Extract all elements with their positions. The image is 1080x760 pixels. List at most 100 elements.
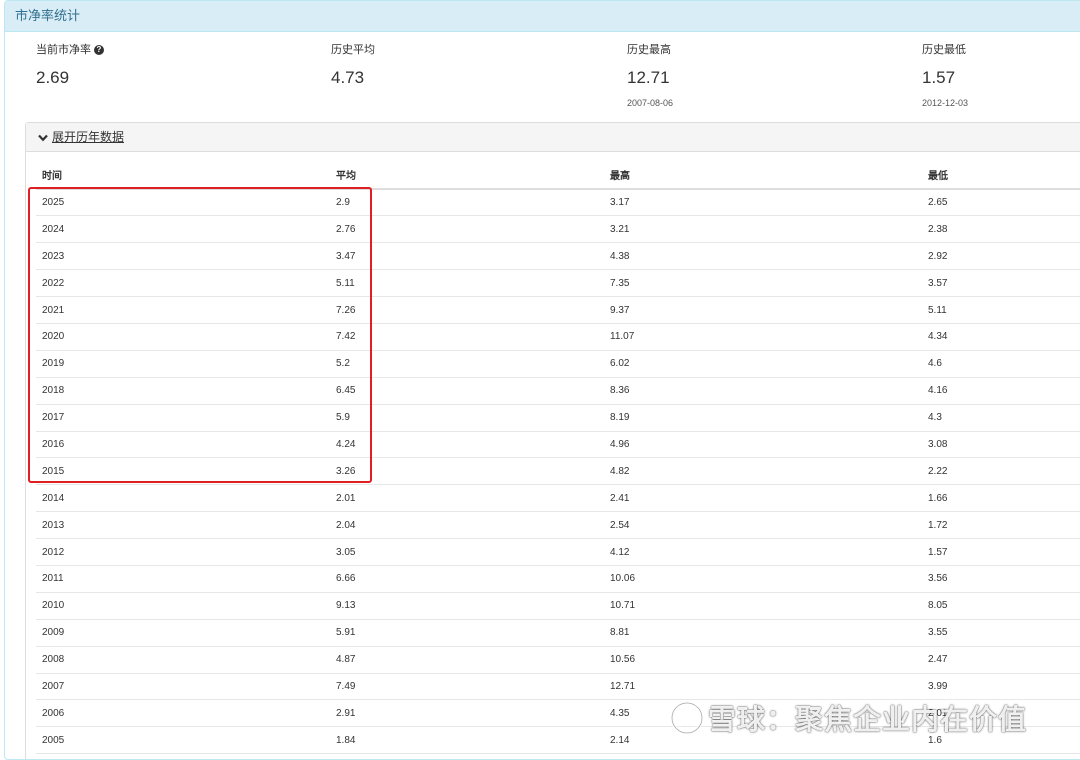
cell-high: 9.37: [604, 296, 922, 324]
table-row: 2020 7.42 11.07 4.34: [36, 323, 1080, 351]
table-row: 2009 5.91 8.81 3.55: [36, 619, 1080, 647]
table-row: 2023 3.47 4.38 2.92: [36, 242, 1080, 271]
cell-year: 2006: [36, 699, 330, 728]
cell-average: 1.84: [330, 726, 604, 755]
watermark: 雪球：聚焦企业内在价值: [670, 698, 1028, 735]
cell-average: 4.87: [330, 646, 604, 674]
table-row: 2018 6.45 8.36 4.16: [36, 377, 1080, 405]
table-row: 2013 2.04 2.54 1.72: [36, 511, 1080, 540]
cell-high: 2.54: [604, 511, 922, 540]
cell-average: 5.91: [330, 619, 604, 647]
history-panel: 展开历年数据 时间 平均 最高 最低 2025 2.9 3.17 2.65 2024 2.…: [25, 122, 1080, 759]
cell-year: 2016: [36, 431, 330, 459]
question-circle-icon[interactable]: ?: [94, 45, 104, 55]
stats-row: 当前市净率? 2.69 历史平均 4.73 历史最高 12.71 2007-08…: [5, 32, 1080, 122]
cell-high: 2.41: [604, 484, 922, 513]
snowball-logo-icon: [670, 701, 704, 735]
cell-high: 8.19: [604, 404, 922, 432]
stat-current-value: 2.69: [36, 68, 70, 87]
cell-year: 2024: [36, 215, 330, 244]
stat-lowest-label: 历史最低: [922, 44, 966, 56]
cell-year: 2007: [36, 673, 330, 701]
cell-average: 7.42: [330, 323, 604, 351]
panel-title: 市净率统计: [5, 1, 1080, 32]
cell-year: 2005: [36, 726, 330, 755]
cell-low: 8.05: [922, 592, 1080, 620]
cell-low: 2.47: [922, 646, 1080, 674]
cell-high: 7.35: [604, 269, 922, 298]
stat-current-label: 当前市净率?: [36, 41, 104, 57]
stat-highest-value: 12.71: [627, 68, 670, 87]
cell-high: 3.17: [604, 189, 922, 217]
cell-average: 5.11: [330, 269, 604, 298]
table-row: 2022 5.11 7.35 3.57: [36, 269, 1080, 298]
column-header-year: 时间: [36, 161, 330, 190]
table-row: 2019 5.2 6.02 4.6: [36, 350, 1080, 378]
table-row: 2021 7.26 9.37 5.11: [36, 296, 1080, 324]
cell-low: 3.99: [922, 673, 1080, 701]
pb-ratio-panel: 市净率统计 当前市净率? 2.69 历史平均 4.73 历史最高 12.71 2…: [4, 0, 1080, 760]
history-toggle[interactable]: 展开历年数据: [26, 123, 1080, 152]
cell-high: 4.96: [604, 431, 922, 459]
cell-year: 2023: [36, 242, 330, 271]
cell-average: 3.26: [330, 457, 604, 486]
cell-low: 3.56: [922, 565, 1080, 593]
cell-average: 6.45: [330, 377, 604, 405]
table-row: 2011 6.66 10.06 3.56: [36, 565, 1080, 593]
table-row: 2010 9.13 10.71 8.05: [36, 592, 1080, 620]
history-toggle-link[interactable]: 展开历年数据: [52, 130, 124, 144]
cell-year: 2022: [36, 269, 330, 298]
cell-average: 2.01: [330, 484, 604, 513]
stat-highest-date: 2007-08-06: [627, 98, 674, 108]
cell-high: 10.71: [604, 592, 922, 620]
table-row: 2008 4.87 10.56 2.47: [36, 646, 1080, 674]
cell-low: 3.55: [922, 619, 1080, 647]
cell-low: 1.72: [922, 511, 1080, 540]
cell-average: 5.9: [330, 404, 604, 432]
watermark-text: 雪球：聚焦企业内在价值: [708, 704, 1028, 735]
cell-low: 4.34: [922, 323, 1080, 351]
cell-average: 2.76: [330, 215, 604, 244]
cell-year: 2014: [36, 484, 330, 513]
table-row: 2012 3.05 4.12 1.57: [36, 538, 1080, 566]
table-header-row: 时间 平均 最高 最低: [36, 161, 1080, 190]
cell-year: 2020: [36, 323, 330, 351]
history-table: 时间 平均 最高 最低 2025 2.9 3.17 2.65 2024 2.76 3.21 2…: [36, 161, 1080, 755]
cell-year: 2012: [36, 538, 330, 566]
cell-high: 12.71: [604, 673, 922, 701]
cell-year: 2018: [36, 377, 330, 405]
cell-average: 4.24: [330, 431, 604, 459]
cell-average: 3.05: [330, 538, 604, 566]
cell-high: 11.07: [604, 323, 922, 351]
cell-year: 2010: [36, 592, 330, 620]
cell-year: 2015: [36, 457, 330, 486]
cell-average: 7.26: [330, 296, 604, 324]
cell-high: 8.36: [604, 377, 922, 405]
stat-average-label: 历史平均: [331, 44, 375, 56]
cell-average: 5.2: [330, 350, 604, 378]
cell-average: 3.47: [330, 242, 604, 271]
cell-high: 8.81: [604, 619, 922, 647]
cell-low: 2.92: [922, 242, 1080, 271]
cell-low: 4.16: [922, 377, 1080, 405]
cell-average: 2.9: [330, 189, 604, 217]
cell-low: 2.22: [922, 457, 1080, 486]
cell-high: 3.21: [604, 215, 922, 244]
table-row: 2025 2.9 3.17 2.65: [36, 189, 1080, 217]
cell-year: 2017: [36, 404, 330, 432]
cell-low: 4.3: [922, 404, 1080, 432]
cell-average: 6.66: [330, 565, 604, 593]
table-row: 2017 5.9 8.19 4.3: [36, 404, 1080, 432]
cell-average: 2.04: [330, 511, 604, 540]
history-table-body: 2025 2.9 3.17 2.65 2024 2.76 3.21 2.38 2023 3.47 4…: [36, 189, 1080, 755]
cell-year: 2025: [36, 189, 330, 217]
cell-low: 2.38: [922, 215, 1080, 244]
table-row: 2007 7.49 12.71 3.99: [36, 673, 1080, 701]
cell-average: 9.13: [330, 592, 604, 620]
table-row: 2016 4.24 4.96 3.08: [36, 431, 1080, 459]
table-row: 2024 2.76 3.21 2.38: [36, 215, 1080, 244]
cell-average: 7.49: [330, 673, 604, 701]
cell-year: 2009: [36, 619, 330, 647]
cell-high: 4.82: [604, 457, 922, 486]
stat-lowest-date: 2012-12-03: [922, 98, 969, 108]
